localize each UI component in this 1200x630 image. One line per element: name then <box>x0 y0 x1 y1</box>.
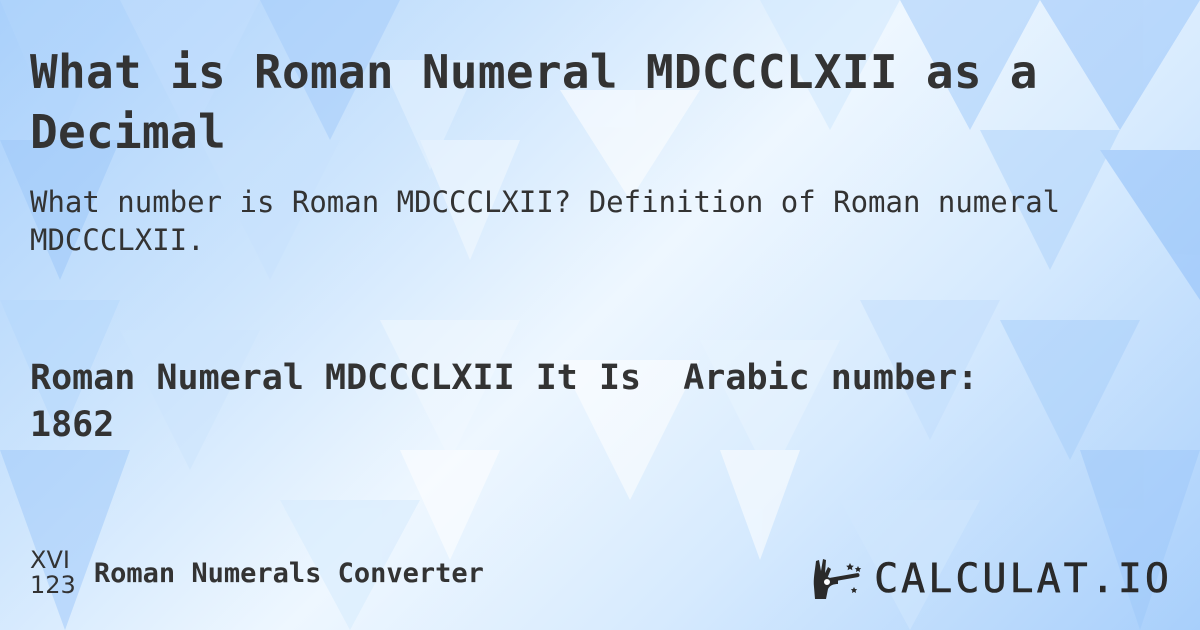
roman-numerals-icon: XVI 123 <box>30 548 76 598</box>
tool-badge: XVI 123 Roman Numerals Converter <box>30 548 484 598</box>
result-statement: Roman Numeral MDCCCLXII It Is Arabic num… <box>30 355 1180 449</box>
result-value: 1862 <box>30 405 115 445</box>
brand-name: CALCULAT.IO <box>874 556 1172 602</box>
tool-name: Roman Numerals Converter <box>93 557 484 589</box>
brand-logo[interactable]: CALCULAT.IO <box>812 557 1172 601</box>
result-label: Roman Numeral MDCCCLXII It Is Arabic num… <box>30 358 979 398</box>
roman-numerals-icon-bottom: 123 <box>30 571 76 599</box>
magic-wand-hand-icon <box>813 559 862 599</box>
page-subtitle: What number is Roman MDCCCLXII? Definiti… <box>30 185 1061 257</box>
roman-numerals-icon-top: XVI <box>30 546 70 574</box>
content: What is Roman Numeral MDCCCLXII as a Dec… <box>0 0 1200 630</box>
page-title: What is Roman Numeral MDCCCLXII as a Dec… <box>30 45 1038 159</box>
